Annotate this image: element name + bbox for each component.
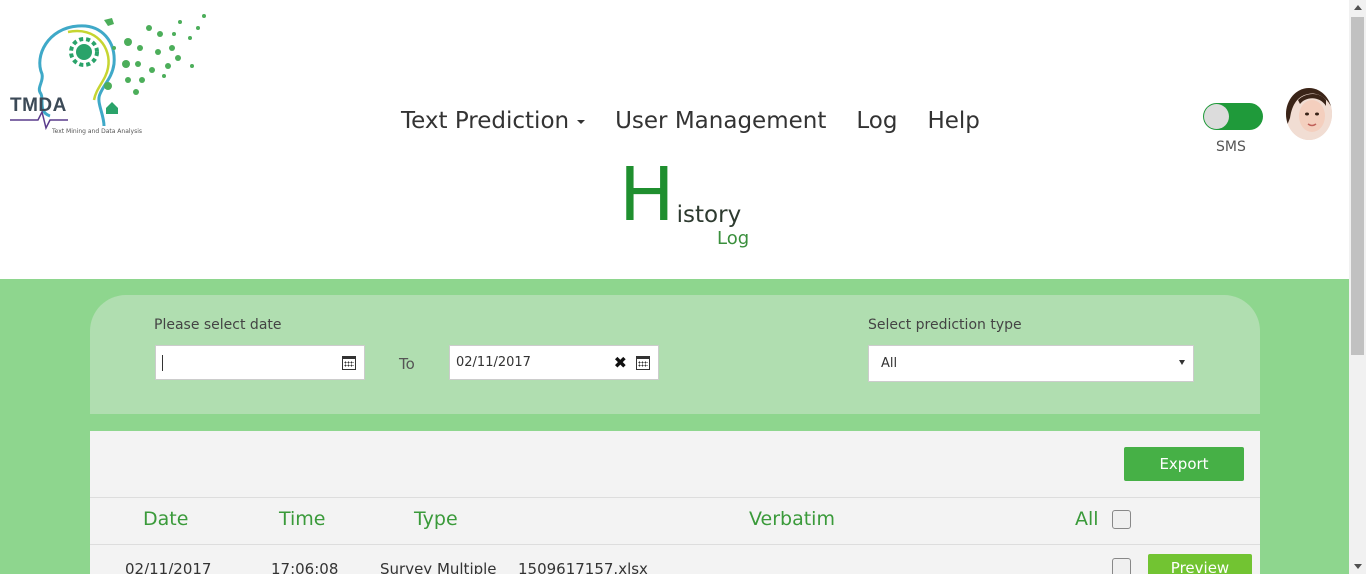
calendar-icon[interactable] — [636, 355, 650, 370]
row-time: 17:06:08 — [271, 560, 339, 574]
page-title-rest: istory — [676, 202, 742, 228]
page-subtitle: Log — [717, 228, 750, 249]
caret-down-icon — [577, 120, 586, 124]
scroll-down-arrow-icon[interactable] — [1354, 564, 1362, 569]
row-date: 02/11/2017 — [125, 560, 212, 574]
logo-text: TMDA — [10, 95, 67, 116]
tmda-logo[interactable]: TMDA Text Mining and Data Analysis — [8, 8, 214, 140]
table-panel — [90, 431, 1260, 574]
page-title-initial: H — [619, 152, 675, 238]
from-date-field[interactable] — [155, 345, 365, 380]
export-button[interactable]: Export — [1124, 447, 1244, 481]
preview-button[interactable]: Preview — [1148, 554, 1252, 574]
from-date-value — [162, 354, 342, 371]
select-arrow-icon — [1179, 360, 1185, 365]
toggle-knob — [1204, 104, 1229, 129]
scrollbar-thumb[interactable] — [1351, 17, 1364, 355]
sms-toggle[interactable] — [1203, 103, 1263, 130]
prediction-type-label: Select prediction type — [868, 317, 1022, 333]
logo-tagline: Text Mining and Data Analysis — [52, 128, 143, 135]
main-nav: Text Prediction User Management Log Help — [401, 108, 1010, 134]
row-type: Survey Multiple — [380, 560, 497, 574]
page-title: History — [619, 158, 741, 232]
header-all: All — [1075, 508, 1099, 530]
avatar[interactable] — [1286, 88, 1332, 140]
row-verbatim: 1509617157.xlsx — [518, 560, 648, 574]
nav-text-prediction[interactable]: Text Prediction — [401, 108, 586, 134]
select-all-checkbox[interactable] — [1112, 510, 1131, 529]
user-photo-icon — [1286, 88, 1332, 140]
prediction-type-value: All — [881, 356, 898, 371]
to-date-field[interactable]: 02/11/2017 ✖ — [449, 345, 659, 380]
nav-help[interactable]: Help — [927, 108, 979, 134]
scroll-up-arrow-icon[interactable] — [1354, 5, 1362, 10]
header-time: Time — [279, 508, 326, 530]
divider — [90, 497, 1260, 498]
nav-log[interactable]: Log — [856, 108, 897, 134]
to-label: To — [399, 355, 415, 373]
to-date-value: 02/11/2017 — [456, 355, 531, 370]
header-date: Date — [143, 508, 189, 530]
header-verbatim: Verbatim — [749, 508, 835, 530]
nav-user-management[interactable]: User Management — [615, 108, 826, 134]
nav-text-prediction-label: Text Prediction — [401, 108, 570, 134]
date-label: Please select date — [154, 317, 282, 333]
prediction-type-select[interactable]: All — [868, 345, 1194, 382]
sms-label: SMS — [1216, 139, 1246, 155]
divider — [90, 544, 1260, 545]
row-checkbox[interactable] — [1112, 558, 1131, 574]
header-type: Type — [414, 508, 458, 530]
head-logo-icon — [10, 14, 206, 131]
calendar-icon[interactable] — [342, 355, 356, 370]
clear-icon[interactable]: ✖ — [614, 353, 627, 372]
